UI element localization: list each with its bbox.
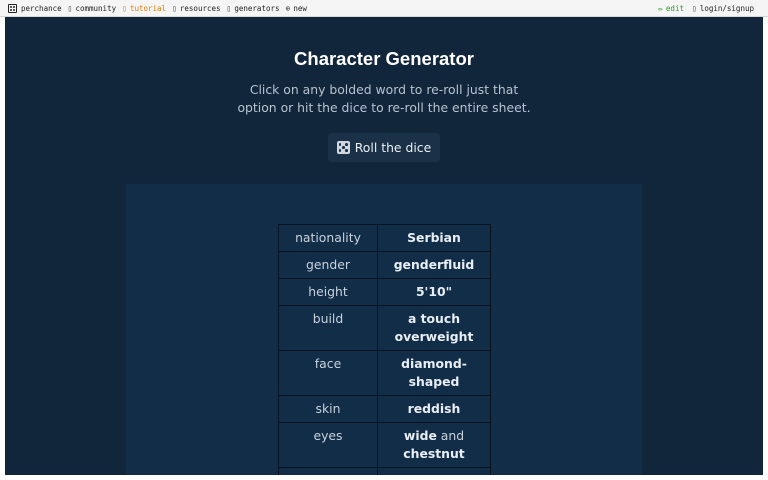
sheet-value: a touch overweight xyxy=(377,305,491,351)
reroll-word[interactable]: reddish xyxy=(408,401,461,416)
edit-link[interactable]: ✏ edit xyxy=(658,4,684,13)
nav-item-perchance[interactable]: perchance xyxy=(8,3,62,13)
sheet-row-height: height 5'10" xyxy=(278,278,491,306)
roll-dice-label: Roll the dice xyxy=(354,140,432,155)
page-title: Character Generator xyxy=(294,48,474,69)
sheet-key: gender xyxy=(278,251,378,279)
roll-dice-button[interactable]: Roll the dice xyxy=(328,133,440,162)
sheet-key: eyes xyxy=(278,422,378,468)
pencil-icon: ✏ xyxy=(658,3,663,13)
login-label: login/signup xyxy=(699,3,754,13)
sheet-value: reddish xyxy=(377,395,491,423)
sheet-row-face: face diamond-shaped xyxy=(278,350,491,396)
generator-frame: Character Generator Click on any bolded … xyxy=(5,17,763,475)
reroll-word[interactable]: Serbian xyxy=(407,230,461,245)
nav-item-label: generators xyxy=(234,3,280,13)
box-icon: ▯ xyxy=(172,3,177,13)
sheet-key: nationality xyxy=(278,224,378,252)
grid-icon: ▯ xyxy=(226,3,232,13)
edit-label: edit xyxy=(665,3,684,13)
sheet-row-gender: gender genderfluid xyxy=(278,251,491,279)
reroll-word[interactable]: 5'10" xyxy=(416,284,452,299)
sheet-row-nose: nosehooked xyxy=(278,467,491,475)
sheet-key: face xyxy=(278,350,378,396)
sheet-key: build xyxy=(278,305,378,351)
nav-item-label: resources xyxy=(179,3,221,13)
perchance-logo-icon xyxy=(8,3,17,13)
nav-item-label: new xyxy=(293,3,307,13)
login-signup-link[interactable]: ▯ login/signup xyxy=(692,4,754,13)
sheet-key: nose xyxy=(278,467,378,475)
reroll-word[interactable]: chestnut xyxy=(403,446,464,461)
sheet-row-eyes: eyes wide and chestnut xyxy=(278,422,491,468)
character-sheet-panel: nationality Serbian gender genderfluid heigh… xyxy=(126,184,642,475)
chat-icon: ▯ xyxy=(67,3,73,13)
nav-item-label: perchance xyxy=(21,3,62,13)
nav-item-label: community xyxy=(75,3,117,13)
nav-item-generators[interactable]: ▯ generators xyxy=(227,4,280,13)
sheet-value: genderfluid xyxy=(377,251,491,279)
sheet-value: Serbian xyxy=(377,224,491,252)
value-connector: and xyxy=(436,428,465,443)
character-sheet-table: nationality Serbian gender genderfluid heigh… xyxy=(278,224,491,475)
sheet-value: 5'10" xyxy=(377,278,491,306)
sheet-key: skin xyxy=(278,395,378,423)
page-subtitle: Click on any bolded word to re-roll just… xyxy=(237,82,531,115)
book-icon: ▯ xyxy=(122,3,127,13)
nav-item-community[interactable]: ▯ community xyxy=(68,4,116,13)
sheet-row-nationality: nationality Serbian xyxy=(278,224,491,252)
sheet-value: hooked xyxy=(377,467,491,475)
nav-item-resources[interactable]: ▯ resources xyxy=(172,4,220,13)
nav-item-new[interactable]: ⊕ new xyxy=(286,4,307,13)
sheet-key: height xyxy=(278,278,378,306)
plus-circle-icon: ⊕ xyxy=(285,3,291,13)
top-nav: perchance ▯ community ▯ tutorial ▯ resou… xyxy=(0,0,768,17)
nav-item-tutorial[interactable]: ▯ tutorial xyxy=(122,4,166,13)
page-bottom xyxy=(0,475,768,480)
user-icon: ▯ xyxy=(691,3,697,13)
reroll-word[interactable]: diamond-shaped xyxy=(401,356,467,389)
sheet-value: diamond-shaped xyxy=(377,350,491,396)
reroll-word[interactable]: genderfluid xyxy=(394,257,475,272)
nav-actions: ✏ edit ▯ login/signup xyxy=(658,4,768,13)
reroll-word[interactable]: wide xyxy=(404,428,437,443)
sheet-value: wide and chestnut xyxy=(377,422,491,468)
sheet-row-build: build a touch overweight xyxy=(278,305,491,351)
nav-links: perchance ▯ community ▯ tutorial ▯ resou… xyxy=(0,3,313,13)
sheet-row-skin: skin reddish xyxy=(278,395,491,423)
dice-icon xyxy=(336,141,350,154)
nav-item-label: tutorial xyxy=(129,3,167,13)
reroll-word[interactable]: a touch overweight xyxy=(395,311,474,344)
